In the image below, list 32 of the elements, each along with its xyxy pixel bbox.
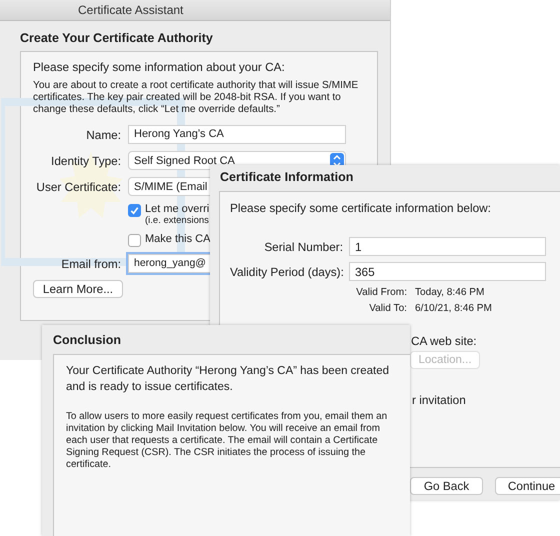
invitation-label: r invitation xyxy=(412,393,467,407)
message-text: Your Certificate Authority “Herong Yang’s CA” has been created and is ready to issue certificates. xyxy=(66,364,390,395)
checkbox-label: Let me overri xyxy=(145,203,210,215)
section-heading: Create Your Certificate Authority xyxy=(20,31,214,45)
details-text: To allow users to more easily request certificates from you, email them an invitation by clicking Mail Invitation below. You will receive an email from each user that requests a certificate. The email will contain a Certificate Signing Request (CSR). The CSR initiates the process of issuing the certificate. xyxy=(66,411,388,471)
section-heading: Certificate Information xyxy=(220,170,354,184)
date-label: Valid From: xyxy=(355,287,407,298)
option-hint: (i.e. extensions xyxy=(145,215,210,226)
web-site-label: CA web site: xyxy=(411,334,478,348)
window-title: Certificate Assistant xyxy=(78,3,184,17)
description-text: You are about to create a root certificate authority that will issue S/MIME certificates. The key pair created will be 2048-bit RSA. If you want to change these defaults, click “Let me override defaults.” xyxy=(33,80,360,116)
instructions-text: Please specify some information about your CA: xyxy=(33,60,286,74)
checkbox[interactable] xyxy=(128,204,141,217)
name-field[interactable]: Herong Yang’s CA xyxy=(128,125,346,144)
section-heading: Conclusion xyxy=(53,333,122,347)
date-value: Today, 8:46 PM xyxy=(415,287,484,298)
date-value: 6/10/21, 8:46 PM xyxy=(415,303,492,314)
checkbox-label: Make this CA xyxy=(145,233,210,245)
input-field[interactable]: 365 xyxy=(349,262,546,281)
field-label: Name: xyxy=(85,128,121,142)
input-field[interactable]: 1 xyxy=(349,237,546,256)
instructions-text: Please specify some certificate information below: xyxy=(230,201,492,215)
field-label: Validity Period (days): xyxy=(230,264,343,278)
date-label: Valid To: xyxy=(368,303,407,314)
field-label: Email from: xyxy=(60,256,121,270)
go-back-button[interactable]: Go Back xyxy=(410,477,483,495)
checkbox[interactable] xyxy=(128,234,141,247)
learn-more-button[interactable]: Learn More... xyxy=(33,280,123,298)
field-label: Identity Type: xyxy=(50,154,121,168)
field-label: Serial Number: xyxy=(263,240,343,254)
continue-button[interactable]: Continue xyxy=(495,477,560,495)
field-label: User Certificate: xyxy=(35,180,121,194)
